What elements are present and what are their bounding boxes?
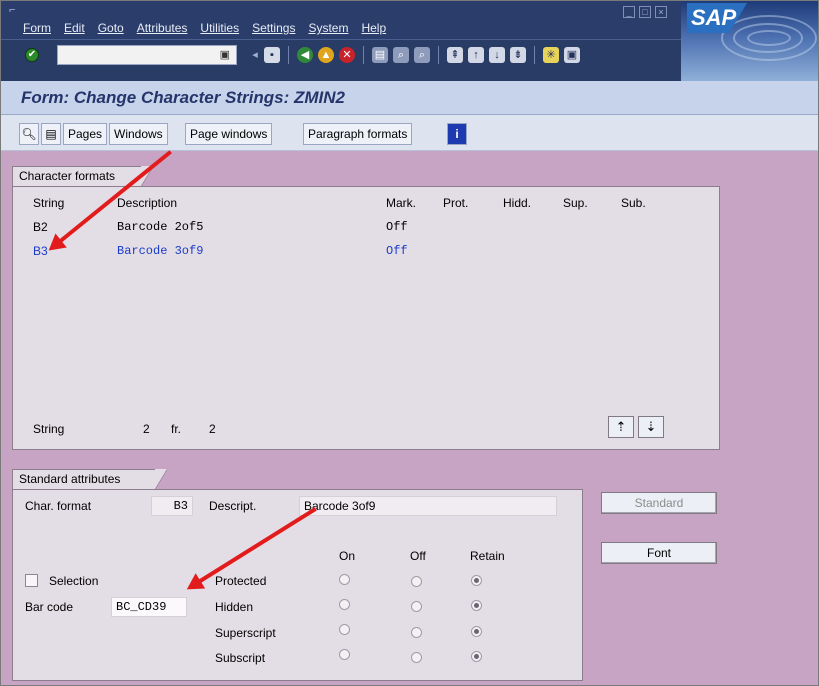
system-menu-icon[interactable]: ⌐ <box>9 4 15 16</box>
string-current: 2 <box>143 422 150 436</box>
page-down-icon: ⇣ <box>645 419 657 434</box>
col-on: On <box>339 549 356 563</box>
main-content: Character formats String Description Mar… <box>1 150 818 685</box>
row-mark[interactable]: Off <box>386 244 408 258</box>
character-formats-tab: Character formats <box>12 166 153 186</box>
protected-on-radio[interactable] <box>339 574 350 585</box>
back-icon[interactable]: ◀ <box>297 47 313 63</box>
hidden-off-radio[interactable] <box>411 601 422 612</box>
col-header-string: String <box>33 196 65 210</box>
col-header-hidd: Hidd. <box>503 196 532 210</box>
info-icon[interactable]: i <box>447 123 467 145</box>
attr-protected-label: Protected <box>215 574 267 588</box>
standard-attributes-tab: Standard attributes <box>12 469 167 489</box>
attr-hidden-label: Hidden <box>215 600 254 614</box>
print-preview-icon[interactable]: ▤ <box>41 123 61 145</box>
next-page-icon[interactable]: ↓ <box>489 47 505 63</box>
standard-button[interactable]: Standard <box>601 492 717 514</box>
character-formats-panel: String Description Mark. Prot. Hidd. Sup… <box>12 186 720 450</box>
string-count-label: String <box>33 422 65 436</box>
new-session-icon[interactable]: ✳ <box>543 47 559 63</box>
close-icon[interactable]: × <box>655 6 667 18</box>
first-page-icon[interactable]: ⇞ <box>447 47 463 63</box>
subscript-retain-radio[interactable] <box>471 651 482 662</box>
maximize-icon[interactable]: □ <box>639 6 651 18</box>
command-history-icon[interactable]: ▣ <box>220 48 230 61</box>
superscript-off-radio[interactable] <box>411 627 422 638</box>
row-description[interactable]: Barcode 2of5 <box>117 220 203 234</box>
hidden-retain-radio[interactable] <box>471 600 482 611</box>
selection-label: Selection <box>49 574 99 588</box>
last-page-icon[interactable]: ⇟ <box>510 47 526 63</box>
string-total: 2 <box>209 422 216 436</box>
save-icon[interactable]: ▪ <box>264 47 280 63</box>
page-up-icon: ⇡ <box>615 419 627 434</box>
scroll-up-button[interactable]: ⇡ <box>608 416 634 438</box>
descript-field[interactable]: Barcode 3of9 <box>299 496 557 516</box>
scroll-down-button[interactable]: ⇣ <box>638 416 664 438</box>
superscript-on-radio[interactable] <box>339 624 350 635</box>
row-description[interactable]: Barcode 3of9 <box>117 244 203 258</box>
protected-retain-radio[interactable] <box>471 575 482 586</box>
menu-settings[interactable]: Settings <box>252 21 295 35</box>
command-field[interactable]: ▣ <box>57 45 237 65</box>
attr-subscript-label: Subscript <box>215 651 266 665</box>
col-header-description: Description <box>117 196 178 210</box>
title-bar: Form: Change Character Strings: ZMIN2 <box>1 81 818 115</box>
row-mark[interactable]: Off <box>386 220 408 234</box>
col-retain: Retain <box>470 549 505 563</box>
protected-off-radio[interactable] <box>411 576 422 587</box>
shortcut-icon[interactable]: ▣ <box>564 47 580 63</box>
print-icon[interactable]: ▤ <box>372 47 388 63</box>
cancel-icon[interactable]: ✕ <box>339 47 355 63</box>
menu-form[interactable]: Form <box>23 21 51 35</box>
toolbar-icons: ◂ ▪ ◀ ▲ ✕ ▤ ⌕ ⌕ ⇞ ↑ ↓ ⇟ ✳ ▣ <box>251 46 580 64</box>
menu-edit[interactable]: Edit <box>64 21 85 35</box>
windows-button[interactable]: Windows <box>109 123 168 145</box>
exit-icon[interactable]: ▲ <box>318 47 334 63</box>
paragraph-formats-button[interactable]: Paragraph formats <box>303 123 413 145</box>
string-fr-label: fr. <box>171 422 182 436</box>
subscript-off-radio[interactable] <box>411 652 422 663</box>
attr-superscript-label: Superscript <box>215 626 276 640</box>
subscript-on-radio[interactable] <box>339 649 350 660</box>
find-icon[interactable]: ⌕ <box>393 47 409 63</box>
display-icon[interactable]: 🔍︎ <box>19 123 39 145</box>
page-windows-button[interactable]: Page windows <box>185 123 273 145</box>
menu-attributes[interactable]: Attributes <box>137 21 188 35</box>
hidden-on-radio[interactable] <box>339 599 350 610</box>
menu-system[interactable]: System <box>308 21 348 35</box>
menu-utilities[interactable]: Utilities <box>200 21 239 35</box>
menu-help[interactable]: Help <box>361 21 386 35</box>
previous-page-icon[interactable]: ↑ <box>468 47 484 63</box>
pages-button[interactable]: Pages <box>63 123 108 145</box>
descript-label: Descript. <box>209 499 257 513</box>
col-header-sub: Sub. <box>621 196 646 210</box>
col-header-prot: Prot. <box>443 196 469 210</box>
application-toolbar: 🔍︎ ▤ Pages Windows Page windows Paragrap… <box>1 115 818 151</box>
system-toolbar: ✔ ▣ ◂ ▪ ◀ ▲ ✕ ▤ ⌕ ⌕ ⇞ ↑ ↓ ⇟ ✳ ▣ <box>1 39 681 81</box>
superscript-retain-radio[interactable] <box>471 626 482 637</box>
col-header-sup: Sup. <box>563 196 588 210</box>
col-header-mark: Mark. <box>386 196 416 210</box>
left-arrow-icon[interactable]: ◂ <box>251 47 259 63</box>
char-format-field: B3 <box>151 496 193 516</box>
find-next-icon[interactable]: ⌕ <box>414 47 430 63</box>
barcode-field[interactable]: BC_CD39 <box>111 597 187 617</box>
row-string[interactable]: B2 <box>33 220 48 234</box>
page-title: Form: Change Character Strings: ZMIN2 <box>21 88 345 107</box>
enter-icon[interactable]: ✔ <box>25 48 39 62</box>
font-button[interactable]: Font <box>601 542 717 564</box>
menu-list: Form Edit Goto Attributes Utilities Sett… <box>23 21 399 35</box>
selection-checkbox[interactable] <box>25 574 38 587</box>
char-format-label: Char. format <box>25 499 92 513</box>
menu-goto[interactable]: Goto <box>98 21 124 35</box>
col-off: Off <box>410 549 426 563</box>
minimize-icon[interactable]: _ <box>623 6 635 18</box>
window-controls: _ □ × <box>623 6 667 18</box>
barcode-label: Bar code <box>25 600 74 614</box>
sap-window: ⌐ Form Edit Goto Attributes Utilities Se… <box>0 0 819 686</box>
